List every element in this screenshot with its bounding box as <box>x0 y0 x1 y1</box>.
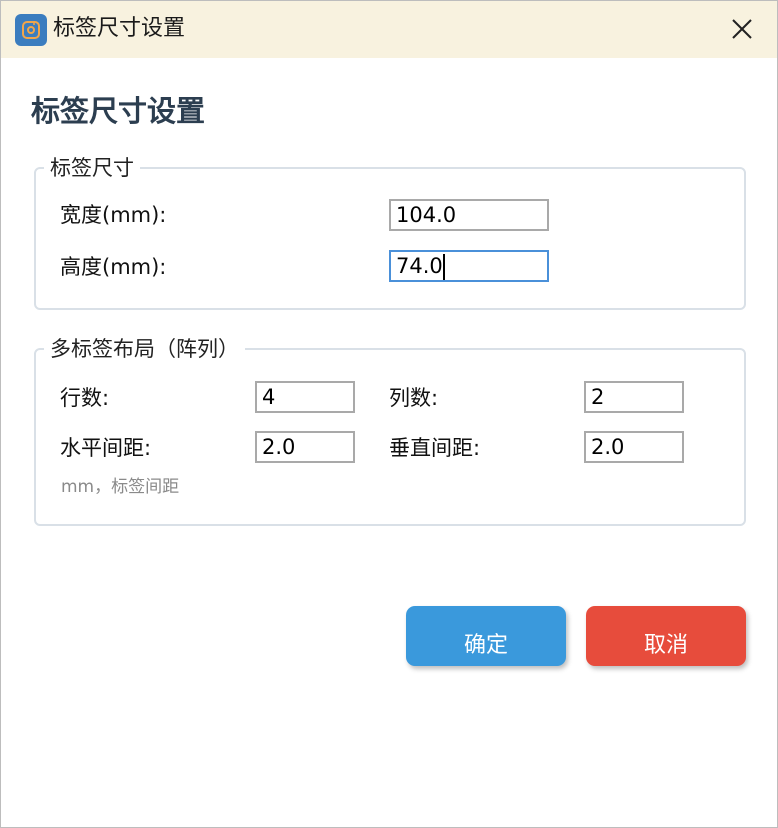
label-size-group: 标签尺寸 <box>34 156 746 310</box>
close-icon <box>732 19 752 39</box>
height-label: 高度(mm): <box>60 255 167 279</box>
width-label: 宽度(mm): <box>60 203 167 227</box>
ok-button[interactable]: 确定 <box>406 606 566 666</box>
h-spacing-input[interactable] <box>255 431 355 463</box>
h-spacing-label: 水平间距: <box>60 436 152 460</box>
cancel-button-label: 取消 <box>643 633 688 658</box>
v-spacing-label: 垂直间距: <box>389 436 481 460</box>
close-button[interactable] <box>717 5 767 53</box>
rows-input[interactable] <box>255 381 355 413</box>
cols-label: 列数: <box>389 386 439 410</box>
width-input[interactable] <box>389 199 549 231</box>
label-size-legend: 标签尺寸 <box>50 156 134 180</box>
v-spacing-input[interactable] <box>584 431 684 463</box>
ok-button-label: 确定 <box>463 633 508 658</box>
title-bar: 标签尺寸设置 <box>1 1 777 58</box>
dialog-window: 标签尺寸设置 标签尺寸设置 标签尺寸 宽度(mm): 高度(mm): 多标签布局… <box>0 0 778 828</box>
cancel-button[interactable]: 取消 <box>586 606 746 666</box>
cols-input[interactable] <box>584 381 684 413</box>
rows-label: 行数: <box>60 386 110 410</box>
spacing-hint: mm，标签间距 <box>61 477 180 497</box>
page-title: 标签尺寸设置 <box>31 94 206 128</box>
height-input[interactable] <box>389 250 549 282</box>
camera-app-icon <box>15 14 47 46</box>
window-title: 标签尺寸设置 <box>53 16 186 41</box>
layout-legend: 多标签布局（阵列） <box>50 337 239 361</box>
text-caret <box>443 254 445 280</box>
